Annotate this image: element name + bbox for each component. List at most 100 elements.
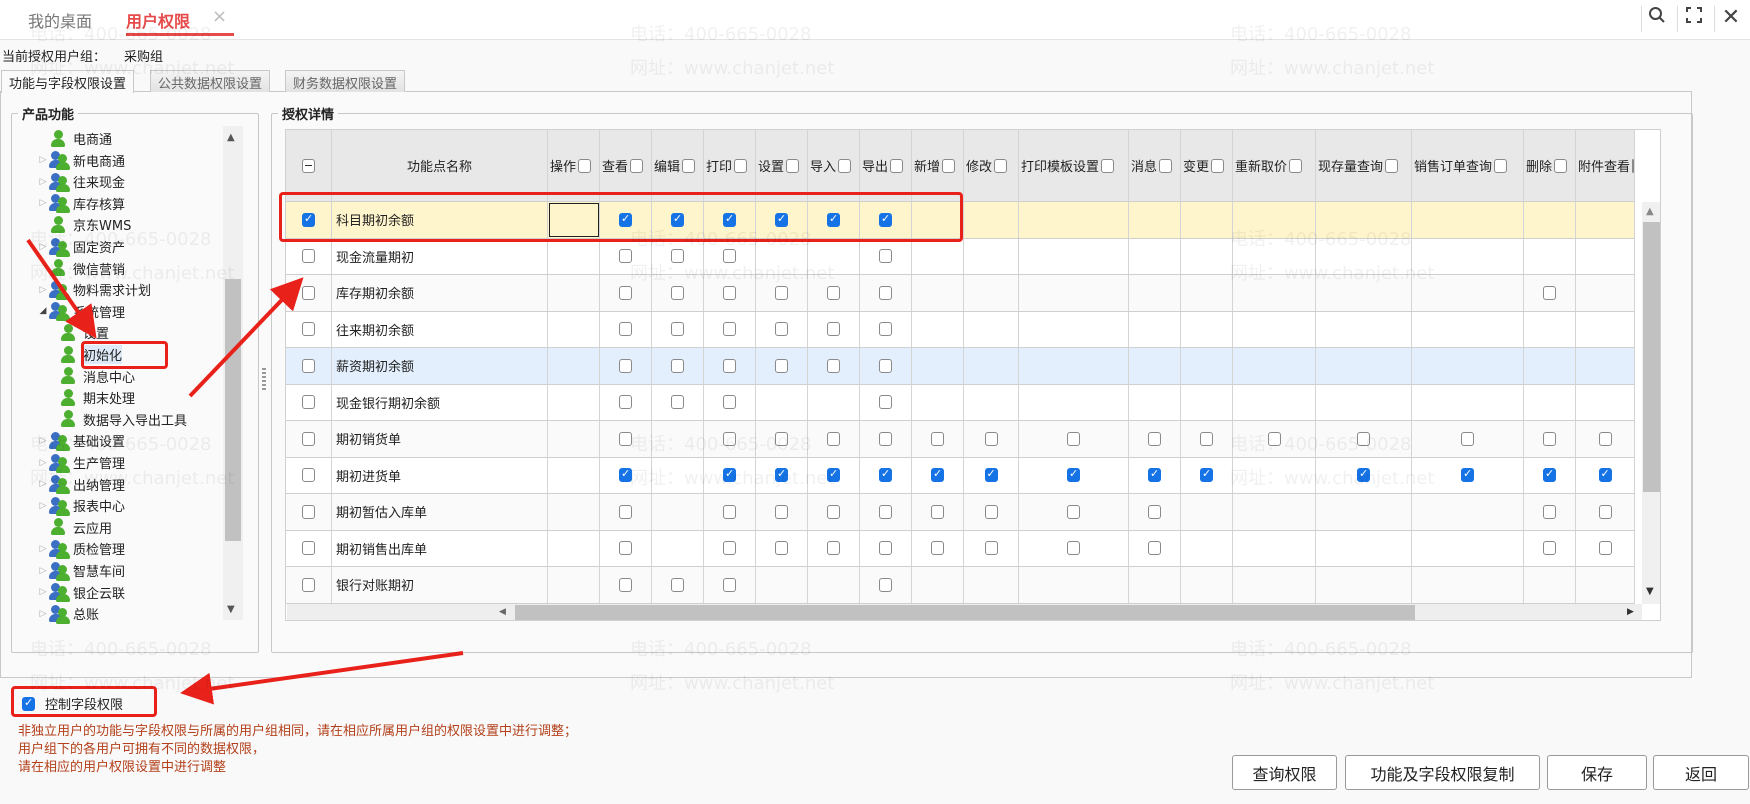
permission-checkbox[interactable]: [1598, 431, 1612, 446]
tree-item[interactable]: ▷ 智慧车间: [38, 560, 125, 581]
expand-triangle-icon[interactable]: ▷: [38, 436, 48, 446]
permission-checkbox[interactable]: [827, 541, 840, 556]
permission-cell[interactable]: [652, 384, 704, 420]
permission-checkbox[interactable]: [619, 431, 632, 446]
column-select-all-checkbox[interactable]: [1554, 158, 1568, 173]
tree-scrollbar[interactable]: ▲ ▼: [223, 126, 243, 620]
permission-checkbox[interactable]: [723, 249, 736, 264]
column-select-all-checkbox[interactable]: [1289, 158, 1303, 173]
permission-cell[interactable]: [1524, 494, 1576, 530]
permission-checkbox[interactable]: [775, 285, 788, 300]
permission-cell[interactable]: [600, 311, 652, 347]
permission-checkbox[interactable]: [619, 249, 632, 264]
permission-checkbox[interactable]: [931, 467, 944, 483]
permission-cell[interactable]: [704, 494, 756, 530]
permission-cell[interactable]: [1181, 421, 1233, 457]
permission-checkbox[interactable]: [879, 467, 892, 483]
permission-cell[interactable]: [1524, 421, 1576, 457]
permission-checkbox[interactable]: [723, 431, 736, 446]
permission-cell[interactable]: [912, 457, 964, 493]
column-select-all-checkbox[interactable]: [1632, 158, 1634, 173]
row-select-cell[interactable]: [286, 494, 332, 530]
grid-horizontal-scrollbar[interactable]: ◀ ▶: [287, 604, 1642, 620]
permission-checkbox[interactable]: [827, 467, 840, 483]
scroll-left-icon[interactable]: ◀: [499, 607, 506, 617]
permission-cell[interactable]: [912, 494, 964, 530]
scroll-up-icon[interactable]: ▲: [1646, 206, 1654, 217]
permission-checkbox[interactable]: [619, 285, 632, 300]
column-select-all-checkbox[interactable]: [1159, 158, 1173, 173]
column-select-all-checkbox[interactable]: [630, 158, 644, 173]
permission-checkbox[interactable]: [619, 577, 632, 592]
row-select-cell[interactable]: [286, 275, 332, 311]
permission-checkbox[interactable]: [723, 504, 736, 519]
permission-checkbox[interactable]: [723, 212, 736, 227]
permission-cell[interactable]: [1316, 457, 1412, 493]
permission-checkbox[interactable]: [723, 577, 736, 592]
permission-checkbox[interactable]: [775, 467, 788, 483]
permission-checkbox[interactable]: [1598, 467, 1612, 483]
permission-checkbox[interactable]: [984, 467, 998, 483]
permission-checkbox[interactable]: [1148, 467, 1161, 483]
permission-checkbox[interactable]: [984, 541, 998, 556]
permission-checkbox[interactable]: [1267, 431, 1281, 446]
permission-checkbox[interactable]: [931, 504, 944, 519]
tree-item[interactable]: ▷ 新电商通: [38, 150, 125, 171]
permission-cell[interactable]: [600, 384, 652, 420]
expand-triangle-icon[interactable]: ▷: [38, 458, 48, 468]
tree-item[interactable]: 期末处理: [48, 387, 135, 408]
row-checkbox[interactable]: [302, 541, 315, 556]
permission-checkbox[interactable]: [827, 285, 840, 300]
permission-cell[interactable]: [964, 530, 1019, 566]
tree-item[interactable]: ▷ 物料需求计划: [38, 279, 151, 300]
table-row[interactable]: 银行对账期初: [286, 567, 1635, 604]
permission-cell[interactable]: [1129, 421, 1181, 457]
permission-cell[interactable]: [756, 348, 808, 384]
query-permission-button[interactable]: 查询权限: [1232, 755, 1337, 790]
expand-triangle-icon[interactable]: ▷: [38, 198, 48, 208]
permission-checkbox[interactable]: [879, 285, 892, 300]
row-checkbox[interactable]: [302, 322, 315, 337]
column-select-all-checkbox[interactable]: [1385, 158, 1399, 173]
search-icon[interactable]: [1644, 6, 1670, 30]
permission-cell[interactable]: [808, 494, 860, 530]
permission-checkbox[interactable]: [775, 504, 788, 519]
permission-cell[interactable]: [704, 530, 756, 566]
row-checkbox[interactable]: [302, 358, 315, 373]
permission-checkbox[interactable]: [619, 358, 632, 373]
permission-checkbox[interactable]: [1200, 431, 1213, 446]
permission-cell[interactable]: [1019, 457, 1129, 493]
permission-cell[interactable]: [964, 494, 1019, 530]
close-icon[interactable]: ✕: [1718, 6, 1744, 30]
permission-cell[interactable]: [652, 275, 704, 311]
permission-checkbox[interactable]: [723, 467, 736, 483]
tab-user-permissions[interactable]: 用户权限: [126, 8, 190, 32]
collapse-all-checkbox[interactable]: [302, 158, 315, 173]
permission-checkbox[interactable]: [619, 504, 632, 519]
row-checkbox[interactable]: [302, 468, 315, 483]
permission-checkbox[interactable]: [827, 358, 840, 373]
tree-item[interactable]: ▷ 基础设置: [38, 430, 125, 451]
tab-my-desktop[interactable]: 我的桌面: [28, 8, 92, 32]
permission-checkbox[interactable]: [1357, 431, 1370, 446]
permission-cell[interactable]: [600, 494, 652, 530]
fullscreen-icon[interactable]: [1681, 6, 1707, 30]
permission-checkbox[interactable]: [879, 322, 892, 337]
permission-checkbox[interactable]: [1067, 431, 1080, 446]
permission-cell[interactable]: [600, 421, 652, 457]
permission-checkbox[interactable]: [879, 431, 892, 446]
permission-cell[interactable]: [652, 202, 704, 238]
expand-triangle-icon[interactable]: ▷: [38, 285, 48, 295]
column-select-all-checkbox[interactable]: [994, 158, 1008, 173]
permission-cell[interactable]: [860, 311, 912, 347]
permission-cell[interactable]: [808, 348, 860, 384]
tree-item[interactable]: ▷ 往来现金: [38, 171, 125, 192]
row-checkbox[interactable]: [302, 212, 315, 227]
expand-triangle-icon[interactable]: ▷: [38, 609, 48, 619]
permission-checkbox[interactable]: [671, 358, 684, 373]
permission-checkbox[interactable]: [1543, 467, 1556, 483]
permission-checkbox[interactable]: [931, 541, 944, 556]
permission-checkbox[interactable]: [879, 504, 892, 519]
permission-cell[interactable]: [808, 530, 860, 566]
permission-cell[interactable]: [860, 567, 912, 603]
